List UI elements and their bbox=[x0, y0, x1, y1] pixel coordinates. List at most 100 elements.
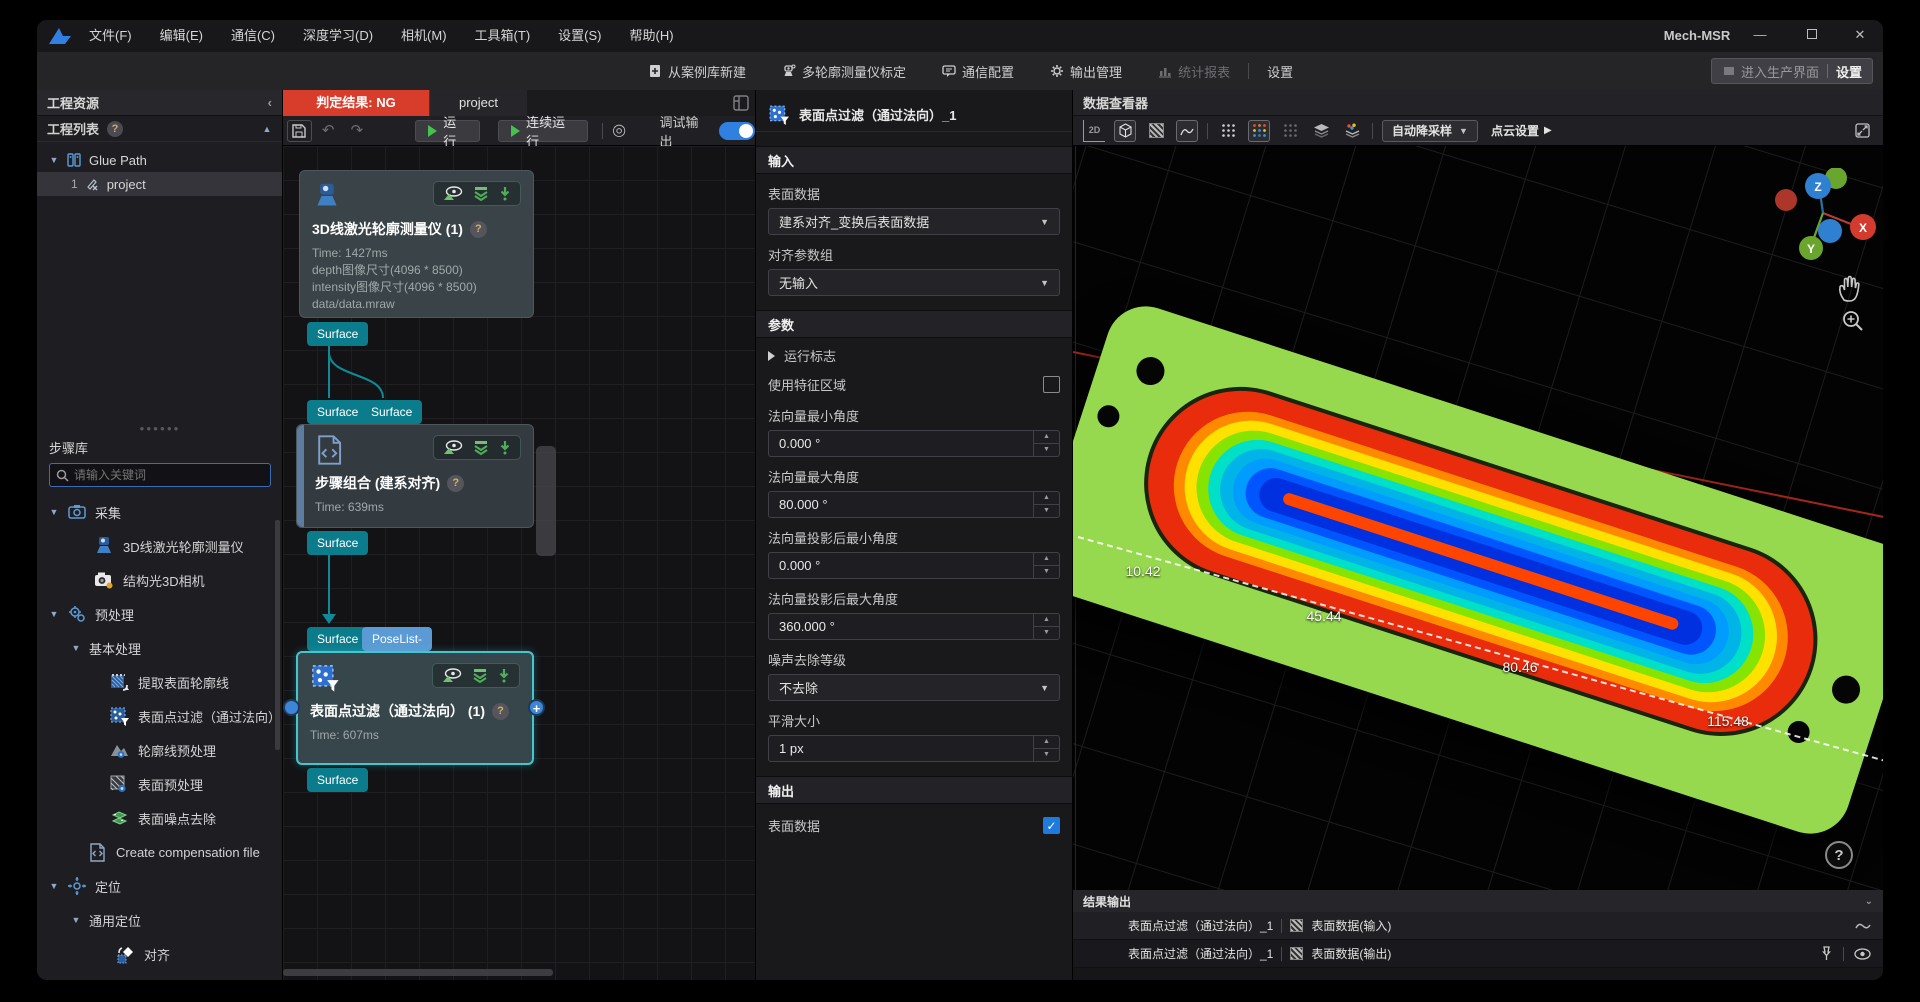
colored-layers-icon[interactable] bbox=[1341, 120, 1363, 142]
step-item-align[interactable]: 对齐 bbox=[37, 937, 283, 971]
max-angle-value[interactable] bbox=[769, 492, 1033, 517]
node-canvas[interactable]: 3D线激光轮廓测量仪 (1)? Time: 1427ms depth图像尺寸(4… bbox=[283, 146, 755, 980]
result-row-input[interactable]: 表面点过滤（通过法向）_1 表面数据(输入) bbox=[1073, 912, 1883, 940]
project-item-row[interactable]: 1 project bbox=[37, 172, 282, 196]
profile-view-icon[interactable] bbox=[1176, 120, 1198, 142]
menu-deep-learning[interactable]: 深度学习(D) bbox=[289, 20, 387, 52]
menu-edit[interactable]: 编辑(E) bbox=[146, 20, 217, 52]
run-to-step-icon[interactable] bbox=[472, 668, 488, 683]
layers-icon[interactable] bbox=[1310, 120, 1332, 142]
run-settings-icon[interactable]: ◎ bbox=[607, 120, 632, 142]
search-input[interactable] bbox=[74, 468, 264, 482]
downsample-dropdown[interactable]: 自动降采样▼ bbox=[1382, 120, 1478, 142]
view-3d-cube-icon[interactable] bbox=[1114, 120, 1136, 142]
new-from-case-button[interactable]: 从案例库新建 bbox=[648, 62, 746, 81]
step-item-extract-surface-profile[interactable]: 提取表面轮廓线 bbox=[37, 665, 283, 699]
visualize-icon[interactable] bbox=[443, 186, 463, 201]
zoom-icon[interactable] bbox=[1841, 309, 1865, 333]
menu-toolbox[interactable]: 工具箱(T) bbox=[461, 20, 545, 52]
node-left-connector[interactable] bbox=[283, 699, 300, 716]
proj-min-angle-value[interactable] bbox=[769, 553, 1033, 578]
node-filter-surface-points[interactable]: 表面点过滤（通过法向） (1)? Time: 607ms bbox=[296, 651, 534, 765]
enter-production-button[interactable]: 进入生产界面 bbox=[1722, 62, 1819, 81]
subcategory-basic-processing[interactable]: ▼ 基本处理 bbox=[37, 631, 283, 665]
gizmo-axis-dot[interactable] bbox=[1775, 189, 1797, 211]
pointcloud-settings-button[interactable]: 点云设置▶ bbox=[1491, 122, 1552, 139]
output-surface-checkbox[interactable]: ✓ bbox=[1043, 817, 1060, 834]
port-surface-out[interactable]: Surface bbox=[307, 531, 368, 555]
port-surface-in[interactable]: Surface bbox=[307, 627, 368, 651]
collapse-chevron-icon[interactable]: ⌄ bbox=[1865, 896, 1873, 907]
node-procedure-align[interactable]: 步骤组合 (建系对齐)? Time: 639ms bbox=[296, 424, 534, 528]
close-button[interactable]: ✕ bbox=[1837, 20, 1883, 50]
step-item-profile-preprocessing[interactable]: 轮廓线预处理 bbox=[37, 733, 283, 767]
help-badge-icon[interactable]: ? bbox=[107, 121, 123, 137]
statistics-report-button[interactable]: 统计报表 bbox=[1158, 62, 1230, 81]
dim-point-grid-icon[interactable] bbox=[1279, 120, 1301, 142]
port-surface-in[interactable]: Surface bbox=[361, 400, 422, 424]
result-output-header[interactable]: 结果输出 ⌄ bbox=[1073, 890, 1883, 912]
align-param-dropdown[interactable]: 无输入▼ bbox=[768, 269, 1060, 296]
expand-arrow-icon[interactable]: ▼ bbox=[49, 609, 59, 619]
output-management-button[interactable]: 输出管理 bbox=[1050, 62, 1122, 81]
continuous-run-button[interactable]: 连续运行 bbox=[498, 120, 588, 142]
menu-help[interactable]: 帮助(H) bbox=[616, 20, 688, 52]
run-to-step-icon[interactable] bbox=[473, 440, 489, 455]
view-2d-icon[interactable]: 2D bbox=[1083, 120, 1105, 142]
spinner[interactable]: ▲▼ bbox=[1033, 492, 1059, 517]
minimize-button[interactable]: — bbox=[1737, 20, 1783, 50]
download-output-icon[interactable] bbox=[498, 668, 510, 683]
step-item-remove-surface-noise[interactable]: 表面噪点去除 bbox=[37, 801, 283, 835]
smooth-size-value[interactable] bbox=[769, 736, 1033, 761]
production-settings-button[interactable]: 设置 bbox=[1836, 62, 1862, 81]
node-right-connector[interactable]: + bbox=[528, 699, 545, 716]
collapsed-node[interactable] bbox=[536, 446, 556, 556]
canvas-horizontal-scrollbar[interactable] bbox=[283, 969, 755, 976]
colored-point-grid-icon[interactable] bbox=[1248, 120, 1270, 142]
expand-arrow-icon[interactable]: ▼ bbox=[71, 643, 81, 653]
expand-viewer-icon[interactable] bbox=[1851, 120, 1873, 142]
maximize-button[interactable] bbox=[1789, 20, 1835, 50]
category-acquisition[interactable]: ▼ 采集 bbox=[37, 495, 283, 529]
spinner[interactable]: ▲▼ bbox=[1033, 431, 1059, 456]
run-flags-row[interactable]: 运行标志 bbox=[756, 338, 1072, 367]
subcategory-general-positioning[interactable]: ▼ 通用定位 bbox=[37, 903, 283, 937]
spinner[interactable]: ▲▼ bbox=[1033, 736, 1059, 761]
download-output-icon[interactable] bbox=[499, 440, 511, 455]
expand-arrow-icon[interactable]: ▼ bbox=[49, 155, 59, 165]
menu-file[interactable]: 文件(F) bbox=[75, 20, 146, 52]
feature-region-checkbox[interactable] bbox=[1043, 376, 1060, 393]
spinner[interactable]: ▲▼ bbox=[1033, 553, 1059, 578]
scrollbar-thumb[interactable] bbox=[283, 969, 553, 976]
project-list-header[interactable]: 工程列表 ? ▲ bbox=[37, 116, 282, 142]
debug-output-toggle[interactable] bbox=[719, 122, 755, 140]
splitter-handle[interactable]: ●●●●●● bbox=[37, 426, 283, 434]
port-surface-out[interactable]: Surface bbox=[307, 768, 368, 792]
node-laser-profiler[interactable]: 3D线激光轮廓测量仪 (1)? Time: 1427ms depth图像尺寸(4… bbox=[299, 170, 534, 318]
result-row-output[interactable]: 表面点过滤（通过法向）_1 表面数据(输出) bbox=[1073, 940, 1883, 968]
category-preprocessing[interactable]: ▼ 预处理 bbox=[37, 597, 283, 631]
gizmo-axis-dot[interactable] bbox=[1818, 219, 1842, 243]
redo-button[interactable]: ↷ bbox=[345, 120, 370, 142]
surface-data-dropdown[interactable]: 建系对齐_变换后表面数据▼ bbox=[768, 208, 1060, 235]
panel-layout-icon[interactable] bbox=[733, 95, 749, 111]
step-item-surface-preprocessing[interactable]: 表面预处理 bbox=[37, 767, 283, 801]
menu-communication[interactable]: 通信(C) bbox=[217, 20, 289, 52]
visualize-icon[interactable] bbox=[443, 440, 463, 455]
visualize-icon[interactable] bbox=[442, 668, 462, 683]
step-item-laser-profiler[interactable]: 3D线激光轮廓测量仪 bbox=[37, 529, 283, 563]
depth-map-icon[interactable] bbox=[1145, 120, 1167, 142]
collapse-arrow-icon[interactable]: ▲ bbox=[262, 124, 272, 134]
category-positioning[interactable]: ▼ 定位 bbox=[37, 869, 283, 903]
min-angle-value[interactable] bbox=[769, 431, 1033, 456]
point-grid-icon[interactable] bbox=[1217, 120, 1239, 142]
viewer-help-button[interactable]: ? bbox=[1825, 841, 1853, 869]
step-item-blob-analysis[interactable]: Blob分析 bbox=[37, 971, 283, 980]
menu-settings[interactable]: 设置(S) bbox=[544, 20, 615, 52]
expand-arrow-icon[interactable]: ▼ bbox=[49, 881, 59, 891]
port-surface-out[interactable]: Surface bbox=[307, 322, 368, 346]
orientation-gizmo[interactable]: Z X Y bbox=[1773, 168, 1883, 278]
profile-toggle-icon[interactable] bbox=[1855, 921, 1871, 931]
left-panel-scrollbar[interactable] bbox=[275, 520, 280, 750]
node-help-icon[interactable]: ? bbox=[470, 221, 487, 238]
